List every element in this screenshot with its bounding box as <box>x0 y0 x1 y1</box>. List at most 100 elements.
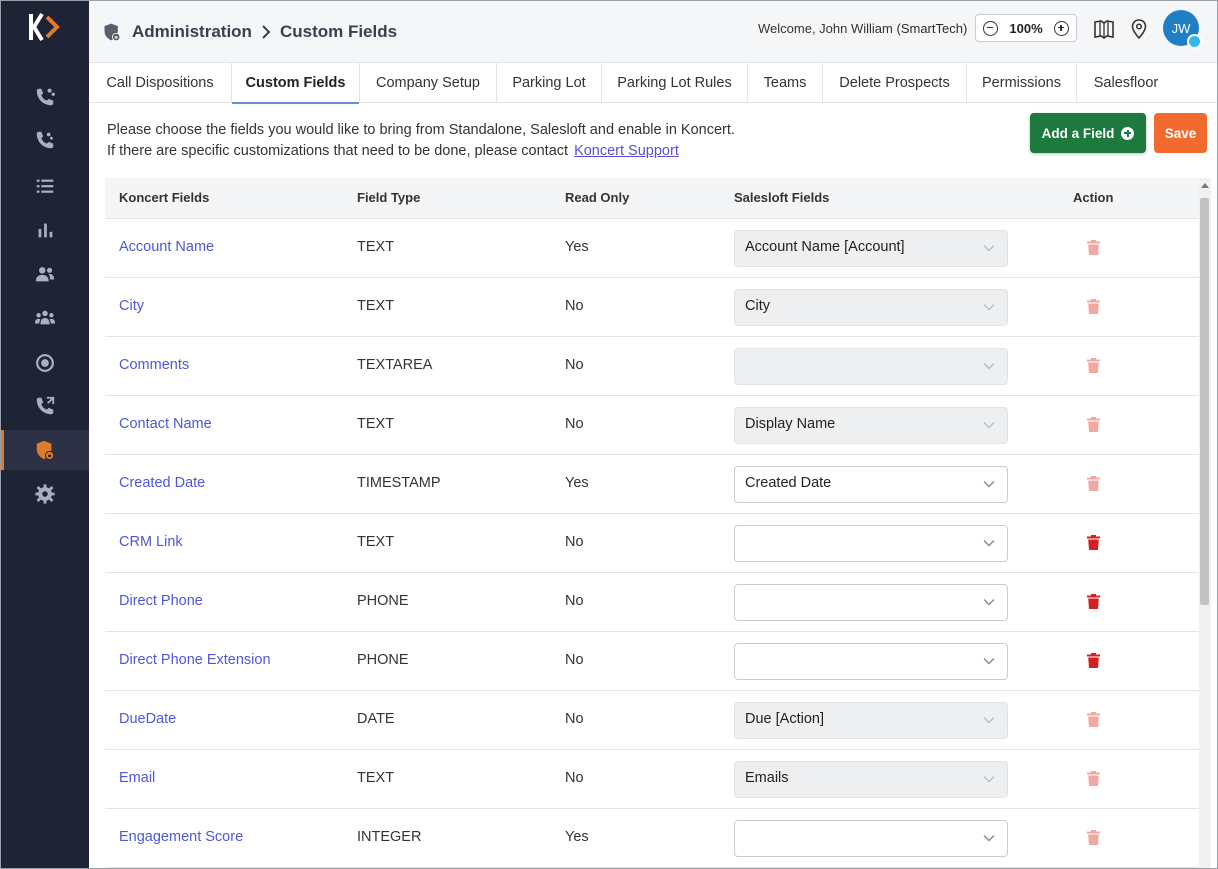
field-type: TEXT <box>357 770 395 786</box>
koncert-field-link[interactable]: Email <box>119 770 155 786</box>
trash-icon <box>1087 476 1100 491</box>
welcome-org: (SmartTech) <box>896 21 968 36</box>
koncert-field-link[interactable]: Created Date <box>119 475 205 491</box>
add-field-button[interactable]: Add a Field <box>1030 113 1146 153</box>
tab-call-dispositions[interactable]: Call Dispositions <box>89 63 232 103</box>
koncert-logo[interactable] <box>28 12 62 42</box>
salesloft-field-select[interactable]: Created Date <box>734 466 1008 503</box>
salesloft-field-select[interactable] <box>734 525 1008 562</box>
tab-delete-prospects[interactable]: Delete Prospects <box>823 63 967 103</box>
field-type: TEXT <box>357 239 395 255</box>
salesloft-field-select[interactable] <box>734 643 1008 680</box>
tab-permissions[interactable]: Permissions <box>967 63 1077 103</box>
field-type: PHONE <box>357 593 409 609</box>
phone-incoming-icon <box>36 131 53 149</box>
nav-lists[interactable] <box>0 166 89 206</box>
nav-contacts[interactable] <box>0 254 89 294</box>
table-scrollbar[interactable] <box>1199 178 1211 869</box>
read-only-value: No <box>565 357 584 373</box>
col-action: Action <box>1073 190 1114 205</box>
tab-parking-lot[interactable]: Parking Lot <box>497 63 602 103</box>
read-only-value: No <box>565 770 584 786</box>
info-line-1: Please choose the fields you would like … <box>107 122 735 138</box>
save-button[interactable]: Save <box>1154 113 1207 153</box>
field-type: TEXTAREA <box>357 357 433 373</box>
chevron-down-icon <box>983 422 995 429</box>
table-header: Koncert Fields Field Type Read Only Sale… <box>105 178 1199 219</box>
tab-parking-lot-rules[interactable]: Parking Lot Rules <box>602 63 748 103</box>
koncert-field-link[interactable]: Account Name <box>119 239 214 255</box>
chevron-right-icon <box>262 25 271 39</box>
nav-calls[interactable] <box>0 120 89 160</box>
salesloft-field-select[interactable] <box>734 820 1008 857</box>
nav-teams[interactable] <box>0 298 89 338</box>
salesloft-field-select[interactable] <box>734 584 1008 621</box>
breadcrumb: Administration Custom Fields <box>132 22 397 42</box>
admin-tabs: Call Dispositions Custom Fields Company … <box>89 63 1218 104</box>
salesloft-field-select: Account Name [Account] <box>734 230 1008 267</box>
read-only-value: Yes <box>565 239 589 255</box>
zoom-level: 100% <box>1009 20 1043 36</box>
zoom-out-button[interactable] <box>983 20 998 36</box>
nav-dialer[interactable] <box>0 77 89 117</box>
zoom-in-button[interactable] <box>1054 20 1069 36</box>
welcome-user: Welcome, John William <box>758 21 893 36</box>
tab-salesfloor[interactable]: Salesfloor <box>1077 63 1175 103</box>
chevron-down-icon <box>983 363 995 370</box>
tab-custom-fields[interactable]: Custom Fields <box>232 63 360 104</box>
table-row: Direct Phone Extension PHONE No <box>105 632 1199 691</box>
trash-icon <box>1087 830 1100 845</box>
trash-icon[interactable] <box>1087 535 1100 550</box>
koncert-field-link[interactable]: Direct Phone Extension <box>119 652 271 668</box>
salesloft-field-value: Created Date <box>745 475 832 491</box>
trash-icon <box>1087 417 1100 432</box>
col-field-type: Field Type <box>357 190 421 205</box>
nav-call-forward[interactable] <box>0 386 89 426</box>
sidebar <box>0 0 89 869</box>
chevron-down-icon <box>983 540 995 547</box>
chevron-down-icon <box>983 776 995 783</box>
koncert-support-link[interactable]: Koncert Support <box>574 143 679 159</box>
nav-recordings[interactable] <box>0 343 89 383</box>
breadcrumb-section[interactable]: Administration <box>132 22 252 42</box>
nav-administration[interactable] <box>0 430 89 470</box>
bar-chart-icon <box>38 223 52 238</box>
phone-forward-icon <box>36 396 54 415</box>
add-field-label: Add a Field <box>1041 125 1115 141</box>
tab-company-setup[interactable]: Company Setup <box>360 63 497 103</box>
field-type: PHONE <box>357 652 409 668</box>
koncert-field-link[interactable]: DueDate <box>119 711 176 727</box>
chevron-down-icon <box>983 245 995 252</box>
koncert-field-link[interactable]: Direct Phone <box>119 593 203 609</box>
col-koncert-fields: Koncert Fields <box>119 190 210 205</box>
read-only-value: No <box>565 593 584 609</box>
chevron-down-icon <box>983 717 995 724</box>
salesloft-field-select: Display Name <box>734 407 1008 444</box>
koncert-field-link[interactable]: City <box>119 298 144 314</box>
trash-icon[interactable] <box>1087 594 1100 609</box>
custom-fields-table: Account Name TEXT Yes Account Name [Account… <box>105 219 1199 868</box>
table-row: Comments TEXTAREA No <box>105 337 1199 396</box>
table-row: City TEXT No City <box>105 278 1199 337</box>
tab-teams[interactable]: Teams <box>748 63 823 103</box>
location-pin-icon[interactable] <box>1128 18 1150 40</box>
trash-icon <box>1087 240 1100 255</box>
scroll-thumb[interactable] <box>1200 198 1209 605</box>
scroll-up-arrow[interactable] <box>1201 183 1209 188</box>
field-type: TEXT <box>357 534 395 550</box>
book-icon[interactable] <box>1093 18 1115 40</box>
table-row: Account Name TEXT Yes Account Name [Account… <box>105 219 1199 278</box>
read-only-value: No <box>565 298 584 314</box>
chevron-down-icon <box>983 481 995 488</box>
trash-icon[interactable] <box>1087 653 1100 668</box>
nav-settings[interactable] <box>0 474 89 514</box>
koncert-field-link[interactable]: Engagement Score <box>119 829 243 845</box>
page-title: Custom Fields <box>279 22 398 41</box>
users-icon <box>35 267 54 282</box>
trash-icon <box>1087 771 1100 786</box>
koncert-field-link[interactable]: Contact Name <box>119 416 212 432</box>
field-type: TEXT <box>357 416 395 432</box>
koncert-field-link[interactable]: CRM Link <box>119 534 183 550</box>
nav-reports[interactable] <box>0 210 89 250</box>
koncert-field-link[interactable]: Comments <box>119 357 189 373</box>
